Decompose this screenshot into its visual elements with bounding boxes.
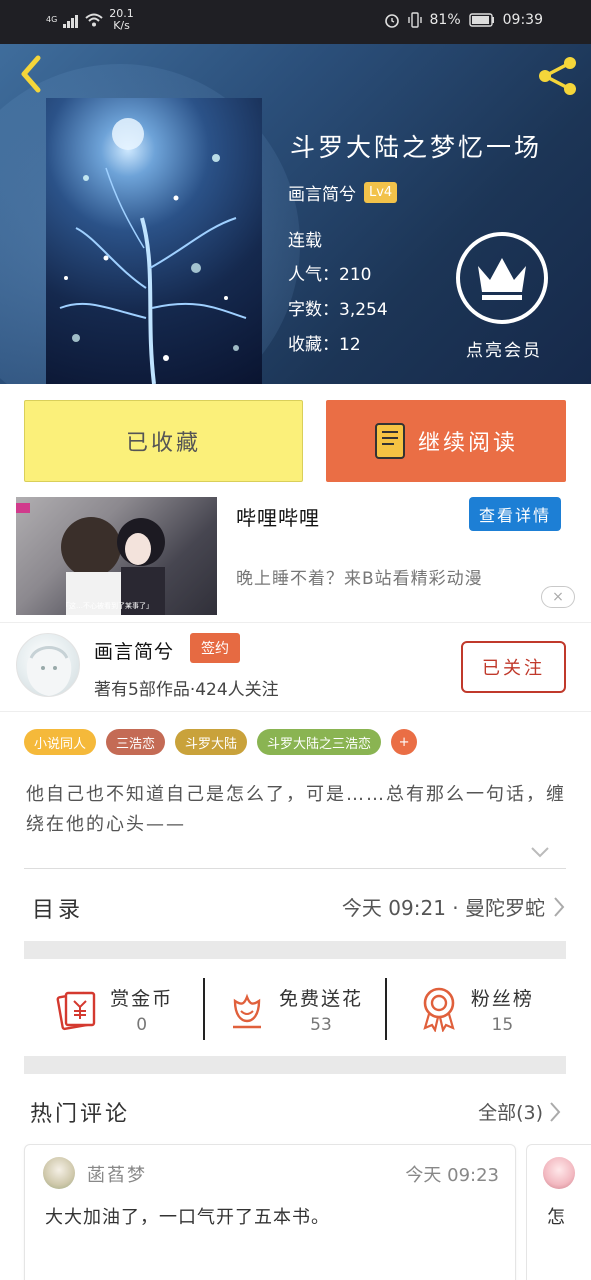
section-separator [24,1056,566,1074]
signal-icon [63,12,79,28]
vip-crown-button[interactable] [456,232,548,324]
battery-icon [468,13,494,27]
comment-card[interactable]: 菡萏梦 今天 09:23 大大加油了，一口气开了五本书。 [24,1144,516,1280]
all-comments-label: 全部(3) [478,1102,543,1124]
chevron-right-icon [550,1101,561,1122]
comment-time: 今天 09:23 [405,1165,499,1186]
favorited-button[interactable]: 已收藏 [24,400,303,482]
book-title: 斗罗大陆之梦忆一场 [290,133,543,162]
share-icon[interactable] [535,54,581,98]
book-popularity: 人气：210 [288,265,372,285]
ad-image[interactable]: 「这…不心被看到了某事了」 [16,497,217,615]
ad-detail-button[interactable]: 查看详情 [469,497,561,531]
author-avatar[interactable] [16,633,80,697]
tag-item[interactable]: 斗罗大陆之三浩恋 [257,729,382,755]
continue-reading-label: 继续阅读 [417,431,518,456]
commenter-avatar[interactable] [543,1157,575,1189]
flower-icon [232,993,261,1029]
book-status: 连载 [288,231,322,251]
sign-badge: 签约 [190,633,240,663]
comment-text: 大大加油了，一口气开了五本书。 [45,1207,330,1228]
fan-ranking[interactable]: 粉丝榜 15 [387,984,566,1035]
toc-latest-chapter[interactable]: 今天 09:21 · 曼陀罗蛇 [342,892,565,921]
section-separator [24,941,566,959]
author-name-header[interactable]: 画言简兮 [288,180,356,205]
ad-image-caption: 「这…不心被看到了某事了」 [62,602,153,610]
ad-title[interactable]: 哔哩哔哩 [236,502,320,531]
author-stats: 著有5部作品·424人关注 [94,680,279,700]
continue-reading-button[interactable]: 继续阅读 [326,400,566,482]
fans-value: 15 [491,1014,514,1035]
medal-icon [423,987,455,1032]
table-of-contents-row[interactable]: 目录 今天 09:21 · 曼陀罗蛇 [0,870,591,942]
comment-text: 怎 [547,1207,565,1228]
tag-list: 小说同人 三浩恋 斗罗大陆 斗罗大陆之三浩恋 + [24,729,418,755]
book-word-count: 字数：3,254 [288,300,388,320]
divider [24,868,566,869]
commenter-avatar[interactable] [43,1157,75,1189]
author-row[interactable]: 画言简兮 Lv4 [288,180,398,205]
free-flower[interactable]: 免费送花 53 [205,984,384,1035]
ad-description[interactable]: 晚上睡不着？来B站看精彩动漫 [236,564,483,589]
all-comments-link[interactable]: 全部(3) [478,1098,561,1125]
red-envelope-icon [56,991,96,1031]
network-type: 4G [46,15,58,24]
alarm-icon [384,14,399,28]
toc-latest-text: 今天 09:21 · 曼陀罗蛇 [341,896,545,920]
vip-label[interactable]: 点亮会员 [466,336,542,361]
vibrate-icon [407,12,422,28]
tag-item[interactable]: 斗罗大陆 [175,729,248,755]
tag-item[interactable]: 三浩恋 [106,729,166,755]
followed-button[interactable]: 已关注 [461,641,566,693]
network-speed: 20.1 K/s [109,7,134,32]
wifi-icon [85,13,103,27]
toc-title: 目录 [32,898,85,923]
level-badge: Lv4 [364,182,398,203]
flower-value: 53 [310,1014,332,1035]
book-cover[interactable] [46,98,262,384]
status-bar: 4G 20.1 K/s 81% 09:39 [0,0,591,44]
comment-card[interactable]: 怎 [526,1144,591,1280]
tag-item[interactable]: 小说同人 [24,729,97,755]
chevron-right-icon [554,896,565,917]
ad-close-icon[interactable]: × [541,586,575,608]
back-icon[interactable] [16,54,46,94]
book-icon [374,423,405,459]
crown-icon [478,258,526,300]
chevron-down-icon[interactable] [530,844,550,860]
author-name[interactable]: 画言简兮 [94,637,174,664]
book-favorites: 收藏：12 [288,335,361,355]
fans-label: 粉丝榜 [470,987,534,1010]
hot-comments-title: 热门评论 [30,1102,131,1127]
clock: 09:39 [502,12,543,28]
content-area: 已收藏 继续阅读 「这…不心被看到了某事了」 哔哩哔哩 查看详情 晚上睡不着？来… [0,384,591,1280]
reward-label: 赏金币 [110,987,174,1010]
book-header: 斗罗大陆之梦忆一场 画言简兮 Lv4 连载 人气：210 字数：3,254 收藏… [0,44,591,384]
book-intro[interactable]: 他自己也不知道自己是怎么了，可是……总有那么一句话，缠绕在他的心头—— [26,780,566,840]
add-tag-button[interactable]: + [391,729,418,755]
author-card[interactable]: 画言简兮 签约 著有5部作品·424人关注 已关注 [0,622,591,712]
stats-row: 赏金币 0 免费送花 53 粉丝榜 15 [24,959,566,1059]
battery-percent: 81% [429,12,461,28]
reward-coins[interactable]: 赏金币 0 [24,984,203,1035]
flower-label: 免费送花 [278,987,363,1010]
commenter-name[interactable]: 菡萏梦 [87,1161,147,1187]
reward-value: 0 [136,1014,148,1035]
